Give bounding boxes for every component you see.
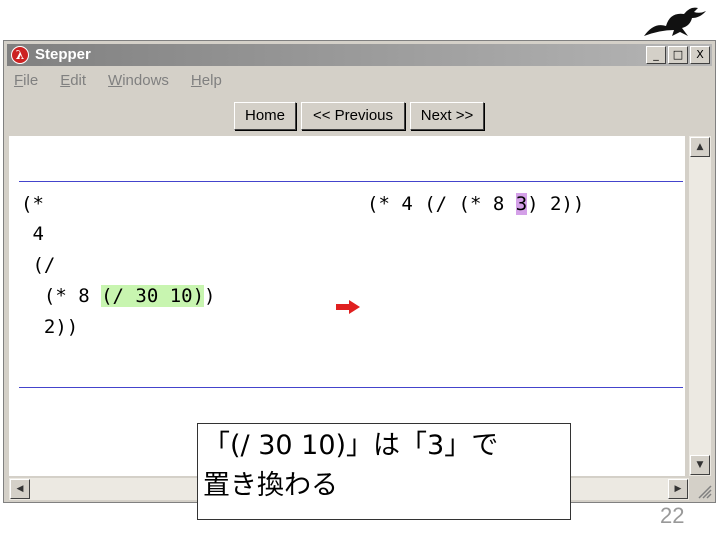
left-line-5: 2))	[21, 316, 79, 338]
right-suffix: ) 2))	[527, 193, 585, 215]
stepper-toolbar: Home << Previous Next >>	[234, 102, 484, 130]
menu-file[interactable]: File	[14, 72, 38, 89]
home-button[interactable]: Home	[234, 102, 296, 130]
left-line-4: (* 8 (/ 30 10))	[21, 285, 215, 307]
separator-top	[19, 181, 683, 182]
title-bar: λ Stepper _ □ X	[7, 44, 712, 66]
close-button[interactable]: X	[690, 46, 710, 64]
scroll-down-button[interactable]: ▼	[690, 455, 710, 475]
menu-help[interactable]: Help	[191, 72, 222, 89]
scroll-right-button[interactable]: ▶	[668, 479, 688, 499]
next-button[interactable]: Next >>	[410, 102, 484, 130]
minimize-button[interactable]: _	[646, 46, 666, 64]
menu-bar: File Edit Windows Help	[14, 72, 222, 89]
racket-logo	[644, 7, 706, 36]
left-line-3: (/	[21, 254, 56, 276]
menu-edit[interactable]: Edit	[60, 72, 86, 89]
reduction-arrow-icon	[336, 300, 360, 314]
resize-grip-icon[interactable]	[694, 481, 712, 499]
previous-button[interactable]: << Previous	[301, 102, 405, 130]
right-expression: (* 4 (/ (* 8 3) 2))	[367, 193, 584, 215]
left-line-4-suffix: )	[204, 285, 216, 307]
vertical-scrollbar[interactable]: ▲ ▼	[689, 136, 711, 476]
right-prefix: (* 4 (/ (* 8	[367, 193, 516, 215]
left-line-1: (*	[21, 193, 44, 215]
scroll-left-button[interactable]: ◀	[10, 479, 30, 499]
separator-bottom	[19, 387, 683, 388]
callout-line-2: 置き換わる	[203, 470, 338, 501]
window-title: Stepper	[35, 46, 91, 63]
page-number: 22	[660, 503, 685, 528]
reduced-expression-highlight: (/ 30 10)	[101, 285, 205, 307]
explanation-callout: 「(/ 30 10)」は「3」で 置き換わる	[197, 423, 571, 520]
maximize-button[interactable]: □	[668, 46, 688, 64]
result-highlight: 3	[515, 193, 528, 215]
callout-line-1: 「(/ 30 10)」は「3」で	[203, 430, 499, 461]
left-line-4-prefix: (* 8	[21, 285, 102, 307]
menu-windows[interactable]: Windows	[108, 72, 169, 89]
racket-app-icon: λ	[11, 46, 29, 64]
left-line-2: 4	[21, 223, 44, 245]
scroll-up-button[interactable]: ▲	[690, 137, 710, 157]
